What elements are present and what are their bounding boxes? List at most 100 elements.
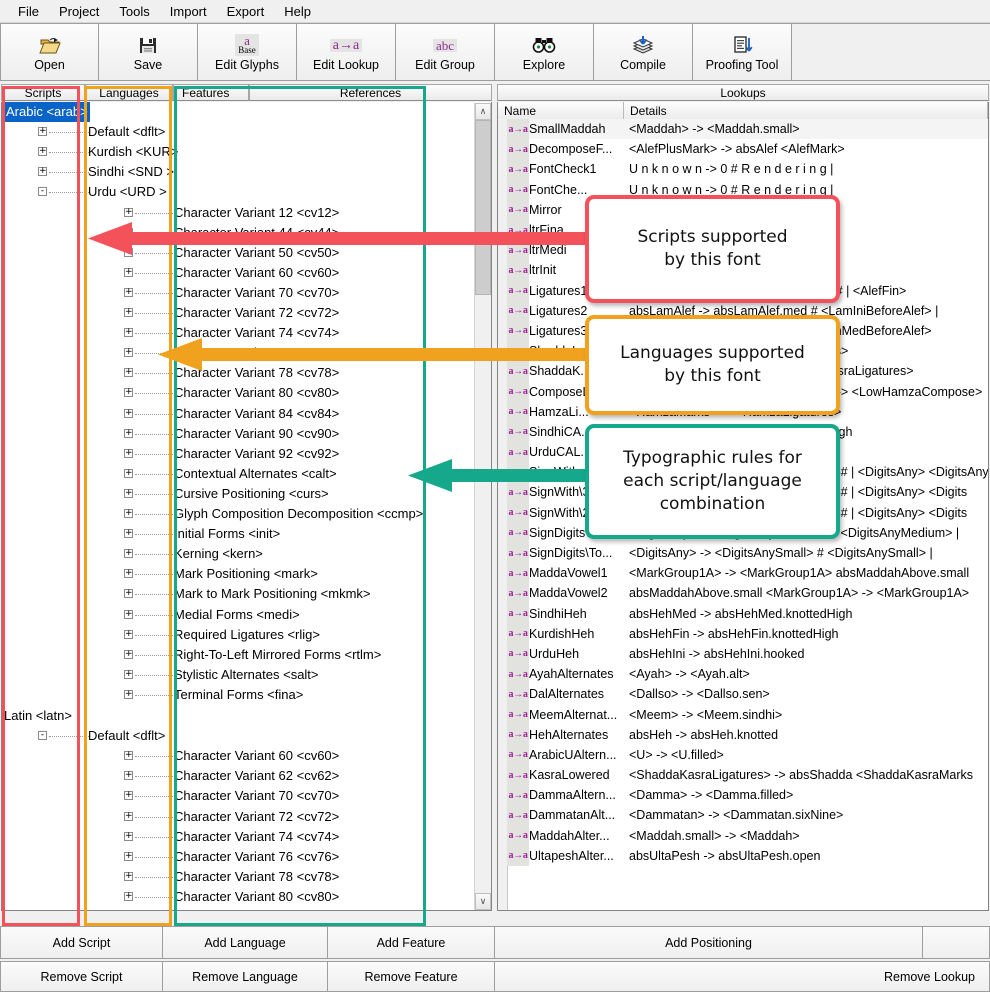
expand-icon[interactable]: +: [124, 247, 133, 257]
lookup-row[interactable]: a→a DammaAltern... <Damma> -> <Damma.fille…: [507, 785, 988, 806]
lookups-column-details[interactable]: Details: [624, 102, 988, 119]
expand-icon[interactable]: +: [124, 629, 133, 639]
tree-feature-arabic-19[interactable]: + Mark to Mark Positioning <mkmk>: [2, 584, 491, 604]
expand-icon[interactable]: +: [124, 448, 133, 458]
lookup-row[interactable]: a→a Ligatures1 absLamIni absAlef -> absLam…: [507, 280, 988, 301]
lookup-row[interactable]: a→a KurdishHeh absHehFin -> absHehFin.knot…: [507, 623, 988, 644]
scrollbar-thumb[interactable]: [475, 120, 491, 295]
lookup-row[interactable]: a→a SignWith\3di... absNumberSign -> absNu…: [507, 482, 988, 503]
add-positioning-button[interactable]: Add Positioning: [495, 926, 923, 959]
tree-feature-arabic-15[interactable]: + Glyph Composition Decomposition <ccmp>: [2, 504, 491, 524]
tree-language-3[interactable]: - Urdu <URD >: [2, 182, 491, 202]
expand-icon[interactable]: +: [124, 609, 133, 619]
expand-icon[interactable]: +: [124, 308, 133, 317]
lookup-row[interactable]: a→a Mirror: [507, 199, 988, 220]
lookup-row[interactable]: a→a MeemAlternat... <Meem> -> <Meem.sindhi…: [507, 704, 988, 725]
tree-feature-arabic-20[interactable]: + Medial Forms <medi>: [2, 605, 491, 625]
expand-icon[interactable]: +: [38, 167, 47, 177]
expand-icon[interactable]: +: [124, 227, 133, 237]
menu-item-file[interactable]: File: [8, 2, 49, 21]
expand-icon[interactable]: +: [124, 689, 133, 699]
column-header-languages[interactable]: Languages: [85, 84, 173, 101]
tree-script-arabic[interactable]: Arabic <arab>: [2, 102, 491, 122]
column-header-references[interactable]: References: [249, 84, 492, 101]
tree-feature-arabic-4[interactable]: + Character Variant 70 <cv70>: [2, 283, 491, 303]
tree-feature-latin-2[interactable]: + Character Variant 70 <cv70>: [2, 786, 491, 806]
tree-feature-latin-8[interactable]: +Character Variant 84 <cv84>: [2, 907, 491, 910]
remove-language-button[interactable]: Remove Language: [163, 961, 328, 992]
menu-item-help[interactable]: Help: [274, 2, 321, 21]
menu-item-export[interactable]: Export: [217, 2, 275, 21]
tree-feature-arabic-1[interactable]: + Character Variant 44 <cv44>: [2, 223, 491, 243]
tree-feature-arabic-8[interactable]: + Character Variant 78 <cv78>: [2, 363, 491, 383]
edit-lookup-button[interactable]: a→a Edit Lookup: [297, 23, 396, 81]
expand-icon[interactable]: +: [124, 891, 133, 901]
expand-icon[interactable]: +: [124, 488, 133, 498]
expand-icon[interactable]: +: [124, 408, 133, 418]
remove-script-button[interactable]: Remove Script: [0, 961, 163, 992]
menu-item-import[interactable]: Import: [160, 2, 217, 21]
tree-body[interactable]: Arabic <arab> + Default <dflt> + Kurdish <KU…: [1, 102, 492, 911]
lookup-row[interactable]: a→a Ligatures2 absLamAlef -> absLamAlef.me…: [507, 300, 988, 321]
tree-feature-arabic-24[interactable]: + Terminal Forms <fina>: [2, 685, 491, 705]
expand-icon[interactable]: +: [124, 831, 133, 841]
tree-feature-latin-1[interactable]: + Character Variant 62 <cv62>: [2, 766, 491, 786]
tree-latin-language-0[interactable]: - Default <dflt>: [2, 726, 491, 746]
lookup-row[interactable]: a→a SmallMaddah <Maddah> -> <Maddah.small>: [507, 119, 988, 140]
lookup-row[interactable]: a→a SindhiHeh absHehMed -> absHehMed.knott…: [507, 603, 988, 624]
expand-icon[interactable]: +: [124, 851, 133, 861]
tree-feature-arabic-2[interactable]: + Character Variant 50 <cv50>: [2, 243, 491, 263]
lookup-row[interactable]: a→a ShaddaK... <ShaddaKasraMarks> -> <Shad…: [507, 361, 988, 382]
lookup-row[interactable]: a→a FontCheck1 U n k n o w n -> 0 # R e n …: [507, 159, 988, 180]
lookup-row[interactable]: a→a MaddahAlter... <Maddah.small> -> <Madd…: [507, 825, 988, 846]
tree-feature-latin-4[interactable]: + Character Variant 74 <cv74>: [2, 827, 491, 847]
remove-feature-button[interactable]: Remove Feature: [328, 961, 495, 992]
lookup-row[interactable]: a→a FontChe... U n k n o w n -> 0 # R e n …: [507, 179, 988, 200]
tree-feature-arabic-11[interactable]: + Character Variant 90 <cv90>: [2, 424, 491, 444]
tree-script-latin[interactable]: Latin <latn>: [2, 706, 491, 726]
save-button[interactable]: Save: [99, 23, 198, 81]
proofing-tool-button[interactable]: Proofing Tool: [693, 23, 792, 81]
tree-feature-arabic-9[interactable]: + Character Variant 80 <cv80>: [2, 383, 491, 403]
collapse-icon[interactable]: -: [38, 731, 47, 741]
lookups-column-name[interactable]: Name: [498, 102, 624, 119]
tree-feature-arabic-17[interactable]: + Kerning <kern>: [2, 544, 491, 564]
lookup-row[interactable]: a→a HamzaLi... <HamzaMarks> -> <HamzaLigat…: [507, 401, 988, 422]
expand-icon[interactable]: +: [38, 147, 47, 157]
tree-feature-arabic-18[interactable]: + Mark Positioning <mark>: [2, 564, 491, 584]
tree-feature-latin-7[interactable]: + Character Variant 80 <cv80>: [2, 887, 491, 907]
lookup-row[interactable]: a→a ComposeLow <LowHamzaBase> absHamzaAbov…: [507, 381, 988, 402]
lookup-row[interactable]: a→a UltapeshAlter... absUltaPesh -> absUlt…: [507, 845, 988, 866]
add-language-button[interactable]: Add Language: [163, 926, 328, 959]
lookup-row[interactable]: a→a SignDigits\To... <DigitsAny> -> <Digit…: [507, 522, 988, 543]
expand-icon[interactable]: +: [124, 549, 133, 559]
tree-scrollbar[interactable]: ∧ ∨: [474, 103, 491, 910]
lookup-row[interactable]: a→a KasraLowered <ShaddaKasraLigatures> ->…: [507, 765, 988, 786]
column-header-features[interactable]: Features: [173, 84, 249, 101]
tree-feature-arabic-6[interactable]: + Character Variant 74 <cv74>: [2, 323, 491, 343]
tree-feature-arabic-0[interactable]: + Character Variant 12 <cv12>: [2, 203, 491, 223]
tree-language-2[interactable]: + Sindhi <SND >: [2, 162, 491, 182]
tree-feature-latin-5[interactable]: + Character Variant 76 <cv76>: [2, 847, 491, 867]
lookup-row[interactable]: a→a ltrMedi: [507, 240, 988, 261]
edit-group-button[interactable]: abc Edit Group: [396, 23, 495, 81]
tree-feature-arabic-13[interactable]: + Contextual Alternates <calt>: [2, 464, 491, 484]
tree-feature-arabic-3[interactable]: + Character Variant 60 <cv60>: [2, 263, 491, 283]
tree-feature-arabic-7[interactable]: + Character Variant 76 <cv76>: [2, 343, 491, 363]
lookup-row[interactable]: a→a UrduCAL... absHeh -> absHeh.urdu: [507, 442, 988, 463]
expand-icon[interactable]: +: [124, 388, 133, 398]
edit-glyphs-button[interactable]: a Base Edit Glyphs: [198, 23, 297, 81]
expand-icon[interactable]: +: [124, 368, 133, 378]
add-feature-button[interactable]: Add Feature: [328, 926, 495, 959]
tree-feature-arabic-16[interactable]: + Initial Forms <init>: [2, 524, 491, 544]
expand-icon[interactable]: +: [124, 267, 133, 277]
tree-feature-arabic-23[interactable]: + Stylistic Alternates <salt>: [2, 665, 491, 685]
lookups-body[interactable]: Name Details a→a SmallMaddah <Maddah> -> <…: [497, 102, 989, 911]
tree-feature-arabic-5[interactable]: + Character Variant 72 <cv72>: [2, 303, 491, 323]
expand-icon[interactable]: +: [124, 811, 133, 821]
expand-icon[interactable]: +: [124, 287, 133, 297]
expand-icon[interactable]: +: [124, 791, 133, 801]
expand-icon[interactable]: +: [124, 468, 133, 478]
expand-icon[interactable]: +: [124, 348, 133, 358]
expand-icon[interactable]: +: [124, 871, 133, 881]
